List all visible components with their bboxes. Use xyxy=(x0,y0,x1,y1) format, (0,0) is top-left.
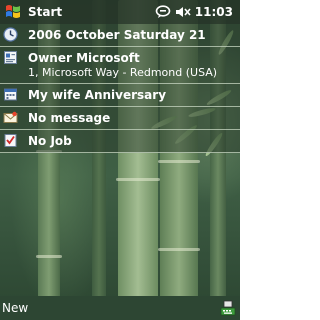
title-bar: Start 11:03 xyxy=(0,0,240,24)
start-menu-label[interactable]: Start xyxy=(28,5,62,19)
today-items: 2006 October Saturday 21 Owner Microsoft… xyxy=(0,24,240,153)
new-softkey[interactable]: New xyxy=(2,301,28,315)
owner-card-icon xyxy=(0,47,20,65)
today-screen: Start 11:03 2006 October Saturday 21 Own… xyxy=(0,0,240,320)
menu-bar: New xyxy=(0,296,240,320)
owner-row[interactable]: Owner Microsoft 1, Microsoft Way - Redmo… xyxy=(0,47,240,84)
tasks-text: No Job xyxy=(28,134,72,148)
bamboo-node xyxy=(158,248,200,251)
envelope-icon xyxy=(0,107,20,125)
keyboard-sip-icon[interactable] xyxy=(220,300,236,316)
clock[interactable]: 11:03 xyxy=(195,5,233,19)
appointment-row[interactable]: My wife Anniversary xyxy=(0,84,240,107)
tasks-checklist-icon xyxy=(0,130,20,148)
owner-name: Owner Microsoft xyxy=(28,51,140,65)
date-row[interactable]: 2006 October Saturday 21 xyxy=(0,24,240,47)
notification-bubble-icon[interactable] xyxy=(155,5,171,19)
tasks-row[interactable]: No Job xyxy=(0,130,240,153)
calendar-icon xyxy=(0,84,20,102)
speaker-mute-icon[interactable] xyxy=(175,5,191,19)
bamboo-node xyxy=(116,178,160,181)
messages-row[interactable]: No message xyxy=(0,107,240,130)
clock-icon xyxy=(0,24,20,42)
date-text: 2006 October Saturday 21 xyxy=(28,28,206,42)
owner-info: Owner Microsoft 1, Microsoft Way - Redmo… xyxy=(20,47,217,83)
bamboo-node xyxy=(36,255,62,258)
messages-text: No message xyxy=(28,111,111,125)
start-flag-icon[interactable] xyxy=(4,3,22,21)
bamboo-node xyxy=(158,160,200,163)
appointment-text: My wife Anniversary xyxy=(28,88,167,102)
owner-address: 1, Microsoft Way - Redmond (USA) xyxy=(28,66,218,79)
